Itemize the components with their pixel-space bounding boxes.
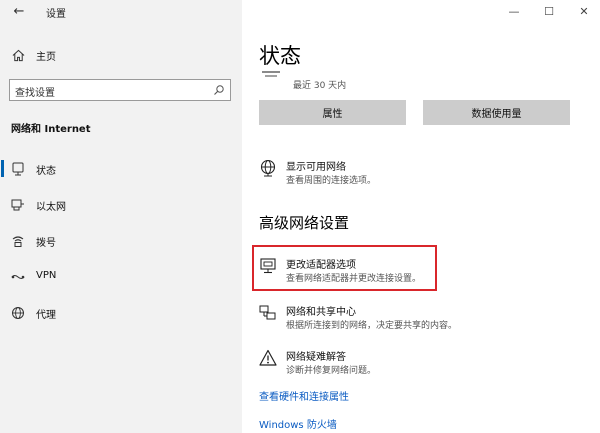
sharing-center-desc: 根据所连接到的网络，决定要共享的内容。 xyxy=(286,321,458,331)
proxy-icon xyxy=(12,307,24,319)
window-title: 设置 xyxy=(46,9,66,20)
close-button[interactable]: ✕ xyxy=(576,5,592,19)
sharing-center-title: 网络和共享中心 xyxy=(286,307,356,318)
sidebar-item-label: 以太网 xyxy=(36,202,66,213)
network-troubleshooter[interactable]: 网络疑难解答 诊断并修复网络问题。 xyxy=(259,348,589,378)
highlight-box xyxy=(252,245,437,291)
data-usage-button[interactable]: 数据使用量 xyxy=(423,100,570,125)
sharing-center-icon xyxy=(259,305,276,320)
dialup-icon xyxy=(12,236,24,247)
sidebar-item-ethernet[interactable]: 以太网 xyxy=(0,188,242,222)
sidebar-item-label: 拨号 xyxy=(36,238,56,249)
ethernet-icon xyxy=(11,199,24,211)
home-label: 主页 xyxy=(36,51,56,63)
advanced-settings-heading: 高级网络设置 xyxy=(259,214,350,232)
sidebar-item-label: VPN xyxy=(36,270,57,281)
home-nav-item[interactable]: 主页 xyxy=(12,45,56,65)
sidebar-section-title: 网络和 Internet xyxy=(11,124,91,135)
sidebar-item-proxy[interactable]: 代理 xyxy=(0,296,242,330)
search-input[interactable]: 查找设置 xyxy=(9,79,231,101)
show-networks-title: 显示可用网络 xyxy=(286,162,346,173)
sidebar-item-status[interactable]: 状态 xyxy=(0,152,242,186)
warning-icon xyxy=(259,349,277,366)
sidebar-item-vpn[interactable]: VPN xyxy=(0,260,242,294)
globe-network-icon xyxy=(260,159,276,177)
show-available-networks[interactable]: 显示可用网络 查看周围的连接选项。 xyxy=(259,158,589,188)
selected-indicator xyxy=(1,160,4,177)
network-status-icon xyxy=(262,66,284,77)
sidebar-item-dialup[interactable]: 拨号 xyxy=(0,224,242,258)
back-arrow-icon[interactable]: ← xyxy=(9,3,29,21)
troubleshooter-desc: 诊断并修复网络问题。 xyxy=(286,366,377,376)
status-icon xyxy=(12,162,24,176)
vpn-icon xyxy=(11,274,25,280)
hardware-properties-link[interactable]: 查看硬件和连接属性 xyxy=(259,388,349,403)
network-sharing-center[interactable]: 网络和共享中心 根据所连接到的网络，决定要共享的内容。 xyxy=(259,303,589,333)
troubleshooter-title: 网络疑难解答 xyxy=(286,352,346,363)
windows-firewall-link[interactable]: Windows 防火墙 xyxy=(259,416,337,431)
sidebar: ← 设置 主页 查找设置 网络和 Internet 状态 以太网 拨号 VPN … xyxy=(0,0,242,433)
sidebar-item-label: 状态 xyxy=(36,166,56,177)
search-icon[interactable] xyxy=(213,84,225,96)
properties-button[interactable]: 属性 xyxy=(259,100,406,125)
sidebar-item-label: 代理 xyxy=(36,310,56,321)
search-placeholder: 查找设置 xyxy=(15,88,55,99)
show-networks-desc: 查看周围的连接选项。 xyxy=(286,176,377,186)
minimize-button[interactable]: — xyxy=(506,5,522,19)
data-usage-text: 最近 30 天内 xyxy=(293,81,347,91)
maximize-button[interactable]: ☐ xyxy=(541,5,557,19)
main-content: — ☐ ✕ 状态 最近 30 天内 属性 数据使用量 显示可用网络 查看周围的连… xyxy=(242,0,600,433)
home-icon xyxy=(12,49,25,61)
